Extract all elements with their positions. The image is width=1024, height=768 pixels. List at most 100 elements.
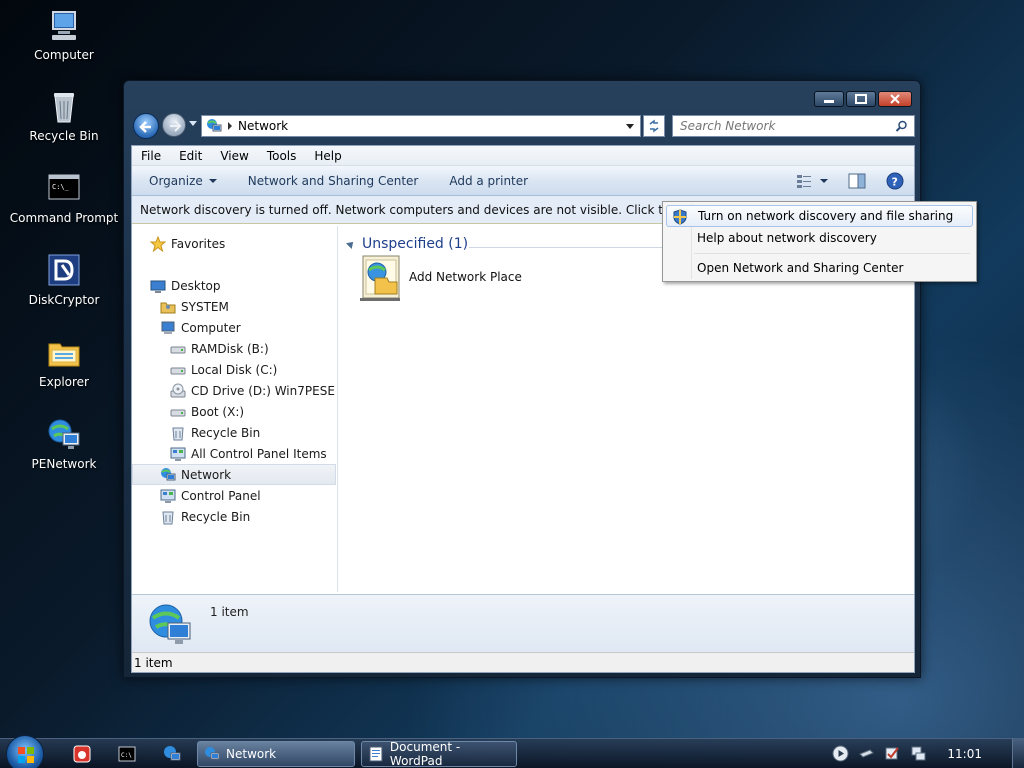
network-icon [205,747,220,760]
quick-launch-app-icon[interactable] [73,745,91,763]
drive-icon [170,346,186,353]
safely-remove-hardware-icon[interactable] [858,745,875,762]
add-printer-button[interactable]: Add a printer [432,174,542,188]
menu-bar: File Edit View Tools Help [132,146,914,166]
search-icon[interactable] [895,120,908,133]
tree-item-cd-drive[interactable]: CD Drive (D:) Win7PESE [170,380,335,401]
organize-button[interactable]: Organize [132,174,231,188]
group-divider [469,247,669,248]
maximize-button[interactable] [846,91,876,107]
breadcrumb-separator-icon[interactable] [228,122,232,130]
minimize-button[interactable] [814,91,844,107]
menu-item-help-discovery[interactable]: Help about network discovery [666,227,973,249]
close-icon [890,94,900,104]
add-printer-label: Add a printer [449,173,529,188]
tree-item-local-disk[interactable]: Local Disk (C:) [170,359,277,380]
maximize-icon [855,94,867,104]
tree-item-label: SYSTEM [181,299,229,314]
back-arrow-icon [139,121,151,133]
add-network-place-item[interactable]: Add Network Place [357,252,522,302]
tree-item-control-panel[interactable]: Control Panel [160,485,261,506]
back-button[interactable] [133,113,159,139]
tree-item-label: Local Disk (C:) [191,362,278,377]
organize-label: Organize [149,173,203,188]
start-button[interactable] [6,735,44,768]
item-label: Add Network Place [409,270,522,284]
command-prompt-icon[interactable]: C:\ [118,745,136,763]
media-play-icon[interactable] [832,745,849,762]
network-status-icon[interactable] [910,745,927,762]
details-pane: 1 item [132,594,914,652]
refresh-icon [649,119,659,133]
close-button[interactable] [878,91,912,107]
menu-tools[interactable]: Tools [258,149,306,163]
recycle-bin-icon [46,89,82,125]
network-icon [149,604,191,644]
tree-item-boot[interactable]: Boot (X:) [170,401,244,422]
change-view-button[interactable] [796,173,828,189]
group-header-unspecified[interactable]: Unspecified (1) [346,236,468,252]
desktop-icon-penetwork[interactable]: PENetwork [4,417,124,471]
refresh-button[interactable] [643,115,665,137]
action-center-flag-icon[interactable] [884,745,901,762]
tree-item-label: Favorites [171,236,226,251]
desktop-icon-recycle-bin[interactable]: Recycle Bin [4,89,124,143]
tree-item-desktop[interactable]: Desktop [150,275,221,296]
tree-item-system[interactable]: SYSTEM [160,296,229,317]
search-input[interactable] [680,119,890,133]
desktop-icon-label: Command Prompt [9,211,119,225]
control-panel-icon [160,489,176,503]
taskbar-task-wordpad[interactable]: Document - WordPad [361,740,517,768]
details-item-count: 1 item [210,605,249,619]
tree-item-computer[interactable]: Computer [160,317,241,338]
tree-item-label: RAMDisk (B:) [191,341,269,356]
tree-item-label: Recycle Bin [191,425,261,440]
taskbar-clock[interactable]: 11:01 [947,747,982,761]
svg-text:C:\_: C:\_ [52,183,70,191]
taskbar: C:\ Network Document - WordPad 11:01 [0,735,1024,768]
forward-arrow-icon [170,120,182,132]
menu-view[interactable]: View [211,149,257,163]
menu-help[interactable]: Help [305,149,350,163]
desktop-icon-explorer[interactable]: Explorer [4,335,124,389]
penetwork-icon[interactable] [163,745,181,763]
chevron-down-icon [820,179,828,183]
network-sharing-center-label: Network and Sharing Center [247,173,419,188]
tree-item-recycle-bin-root[interactable]: Recycle Bin [160,506,250,527]
desktop-icon-computer[interactable]: Computer [4,8,124,62]
status-bar: 1 item [132,652,914,672]
breadcrumb-network[interactable]: Network [238,119,288,133]
windows-logo-icon [18,747,34,763]
menu-item-label: Turn on network discovery and file shari… [698,209,954,223]
tree-item-network[interactable]: Network [132,464,336,485]
tree-item-label: Desktop [171,278,221,293]
show-desktop-button[interactable] [1012,739,1024,768]
menu-item-turn-on-discovery[interactable]: Turn on network discovery and file shari… [666,205,973,227]
desktop-icon-diskcryptor[interactable]: DiskCryptor [4,253,124,307]
help-icon[interactable]: ? [886,172,904,190]
task-label: Document - WordPad [389,740,461,768]
menu-edit[interactable]: Edit [170,149,211,163]
menu-item-label: Help about network discovery [697,231,877,245]
address-dropdown-icon[interactable] [626,124,634,129]
infobar-context-menu: Turn on network discovery and file shari… [662,201,977,282]
address-bar[interactable]: Network [201,115,641,137]
window-controls [814,91,912,107]
tree-item-favorites[interactable]: Favorites [150,233,225,254]
menu-item-open-sharing-center[interactable]: Open Network and Sharing Center [666,257,973,279]
tree-item-ramdisk[interactable]: RAMDisk (B:) [170,338,269,359]
command-bar-right: ? [796,170,904,192]
add-network-place-icon [360,255,400,301]
tree-item-recycle-bin[interactable]: Recycle Bin [170,422,260,443]
search-box[interactable] [672,115,915,137]
forward-button[interactable] [162,113,186,137]
network-sharing-center-button[interactable]: Network and Sharing Center [231,174,433,188]
tree-item-all-control-panel[interactable]: All Control Panel Items [170,443,327,464]
preview-pane-icon[interactable] [848,173,866,189]
desktop-icon-command-prompt[interactable]: C:\_ Command Prompt [4,171,124,225]
drive-icon [170,367,186,374]
recycle-bin-icon [162,511,174,524]
menu-file[interactable]: File [132,149,170,163]
taskbar-task-network[interactable]: Network [197,741,355,767]
recent-pages-dropdown[interactable] [189,121,197,126]
